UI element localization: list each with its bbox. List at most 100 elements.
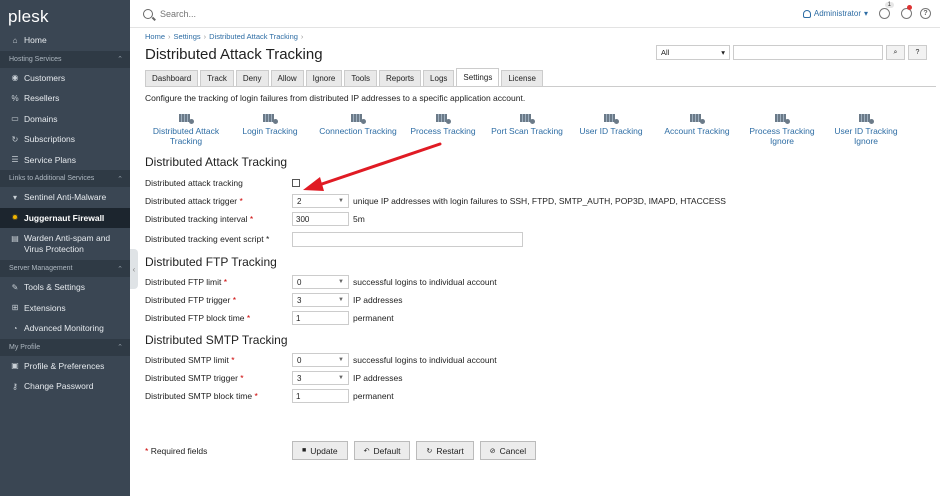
required-star: * — [249, 214, 254, 224]
event-script-input[interactable] — [292, 231, 523, 247]
sidebar-item-label: Sentinel Anti-Malware — [24, 192, 107, 203]
notifications-icon[interactable] — [879, 8, 890, 19]
section-title-ftp: Distributed FTP Tracking — [145, 255, 277, 269]
link-port-scan-tracking[interactable]: Port Scan Tracking — [483, 113, 571, 146]
tab-track[interactable]: Track — [200, 70, 234, 86]
sidebar-item-extensions[interactable]: ⊞ Extensions — [0, 298, 130, 319]
chevron-down-icon: ▾ — [721, 48, 725, 57]
field-row-attack-tracking: Distributed attack tracking — [145, 174, 940, 192]
tab-settings[interactable]: Settings — [456, 68, 500, 86]
link-account-tracking[interactable]: Account Tracking — [651, 113, 743, 146]
chevron-up-icon: ⌃ — [117, 344, 123, 351]
sidebar-item-juggernaut[interactable]: ✹ Juggernaut Firewall — [0, 207, 130, 228]
field-label: Distributed SMTP limit * — [145, 355, 292, 365]
tab-license[interactable]: License — [501, 70, 543, 86]
tab-reports[interactable]: Reports — [379, 70, 422, 86]
tab-tools[interactable]: Tools — [344, 70, 378, 86]
settings-links: Distributed Attack Tracking Login Trackin… — [145, 113, 940, 146]
ftp-trigger-select[interactable]: 3 ▼ — [292, 293, 349, 307]
sidebar-item-sentinel[interactable]: ▾ Sentinel Anti-Malware — [0, 187, 130, 208]
link-distributed-attack-tracking[interactable]: Distributed Attack Tracking — [145, 113, 227, 146]
field-label-text: Distributed FTP block time — [145, 313, 245, 323]
sidebar-item-change-password[interactable]: ⚷ Change Password — [0, 376, 130, 397]
plesk-logo[interactable]: plesk — [0, 0, 130, 30]
required-star: * — [232, 295, 237, 305]
filter-input[interactable] — [733, 45, 883, 60]
sidebar-item-label: Profile & Preferences — [24, 360, 105, 371]
field-suffix: 5m — [353, 214, 365, 224]
sidebar-item-subscriptions[interactable]: ↻ Subscriptions — [0, 129, 130, 150]
search-icon: ⌕ — [893, 48, 898, 56]
field-label: Distributed FTP limit * — [145, 277, 292, 287]
sidebar-section-server[interactable]: Server Management ⌃ — [0, 260, 130, 277]
filter-select[interactable]: All ▾ — [656, 45, 730, 60]
button-label: Restart — [436, 445, 464, 456]
sidebar-collapse-handle[interactable]: ‹ — [130, 249, 138, 289]
sidebar-item-domains[interactable]: ▭ Domains — [0, 109, 130, 130]
sidebar-item-label: Change Password — [24, 381, 94, 392]
tab-logs[interactable]: Logs — [423, 70, 455, 86]
link-user-id-tracking[interactable]: User ID Tracking — [571, 113, 651, 146]
annotation-arrow — [303, 142, 442, 191]
field-label-text: Distributed FTP limit — [145, 277, 222, 287]
default-button[interactable]: ↶ Default — [353, 441, 411, 460]
sidebar-item-home[interactable]: ⌂ Home — [0, 30, 130, 51]
attack-tracking-checkbox[interactable] — [292, 179, 300, 187]
undo-icon: ↶ — [363, 447, 370, 455]
tab-allow[interactable]: Allow — [270, 70, 304, 86]
link-label: Connection Tracking — [319, 126, 397, 136]
sidebar-item-tools-settings[interactable]: ✎ Tools & Settings — [0, 277, 130, 298]
sidebar-item-service-plans[interactable]: ☰ Service Plans — [0, 150, 130, 171]
field-label-text: Distributed SMTP trigger — [145, 373, 238, 383]
field-label: Distributed SMTP block time * — [145, 391, 292, 401]
update-button[interactable]: ■ Update — [292, 441, 348, 460]
breadcrumb-home[interactable]: Home — [145, 32, 165, 41]
sidebar-item-resellers[interactable]: % Resellers — [0, 88, 130, 109]
breadcrumb-settings[interactable]: Settings — [174, 32, 201, 41]
tab-dashboard[interactable]: Dashboard — [145, 70, 199, 86]
filter-search-button[interactable]: ⌕ — [886, 45, 905, 60]
help-icon[interactable]: ? — [920, 8, 931, 19]
cancel-button[interactable]: ⊘ Cancel — [479, 441, 537, 460]
required-star: * — [231, 355, 235, 365]
field-row-event-script: Distributed tracking event script * — [145, 228, 940, 250]
link-process-tracking-ignore[interactable]: Process Tracking Ignore — [743, 113, 821, 146]
ftp-block-time-input[interactable]: 1 — [292, 311, 349, 325]
field-label: Distributed attack trigger * — [145, 196, 292, 206]
sidebar-item-warden[interactable]: ▤ Warden Anti-spam and Virus Protection — [0, 228, 130, 260]
user-menu[interactable]: Administrator ▾ — [802, 9, 868, 18]
smtp-limit-select[interactable]: 0 ▼ — [292, 353, 349, 367]
help-icon: ? — [915, 49, 920, 56]
tab-bar: Dashboard Track Deny Allow Ignore Tools … — [145, 68, 936, 87]
sidebar-item-monitoring[interactable]: ◔ Advanced Monitoring — [0, 318, 130, 339]
field-suffix: IP addresses — [353, 373, 403, 383]
sidebar-section-hosting[interactable]: Hosting Services ⌃ — [0, 50, 130, 68]
smtp-trigger-select[interactable]: 3 ▼ — [292, 371, 349, 385]
sidebar-section-profile[interactable]: My Profile ⌃ — [0, 338, 130, 356]
tracking-icon — [435, 113, 451, 124]
sidebar: plesk ⌂ Home Hosting Services ⌃ ◉ Customers… — [0, 0, 130, 496]
tracking-interval-input[interactable]: 300 — [292, 212, 349, 226]
save-icon: ■ — [302, 447, 307, 454]
sidebar-item-customers[interactable]: ◉ Customers — [0, 68, 130, 89]
sidebar-item-profile[interactable]: ▣ Profile & Preferences — [0, 356, 130, 377]
select-value: 0 — [297, 355, 302, 365]
search-input[interactable] — [160, 8, 460, 19]
attack-trigger-select[interactable]: 2 ▼ — [292, 194, 349, 208]
filter-help-button[interactable]: ? — [908, 45, 927, 60]
ftp-limit-select[interactable]: 0 ▼ — [292, 275, 349, 289]
tab-deny[interactable]: Deny — [235, 70, 269, 86]
field-suffix: successful logins to individual account — [353, 355, 497, 365]
sidebar-item-label: Extensions — [24, 302, 66, 313]
percent-icon: % — [11, 93, 19, 103]
tab-ignore[interactable]: Ignore — [305, 70, 343, 86]
restart-button[interactable]: ↻ Restart — [416, 441, 474, 460]
chevron-up-icon: ⌃ — [117, 265, 123, 273]
smtp-block-time-input[interactable]: 1 — [292, 389, 349, 403]
sidebar-section-additional[interactable]: Links to Additional Services ⌃ — [0, 170, 130, 187]
monitoring-icon: ◔ — [12, 323, 18, 333]
select-value: 0 — [297, 277, 302, 287]
breadcrumb-current[interactable]: Distributed Attack Tracking — [209, 32, 298, 41]
field-suffix: IP addresses — [353, 295, 403, 305]
link-user-id-tracking-ignore[interactable]: User ID Tracking Ignore — [821, 113, 911, 146]
